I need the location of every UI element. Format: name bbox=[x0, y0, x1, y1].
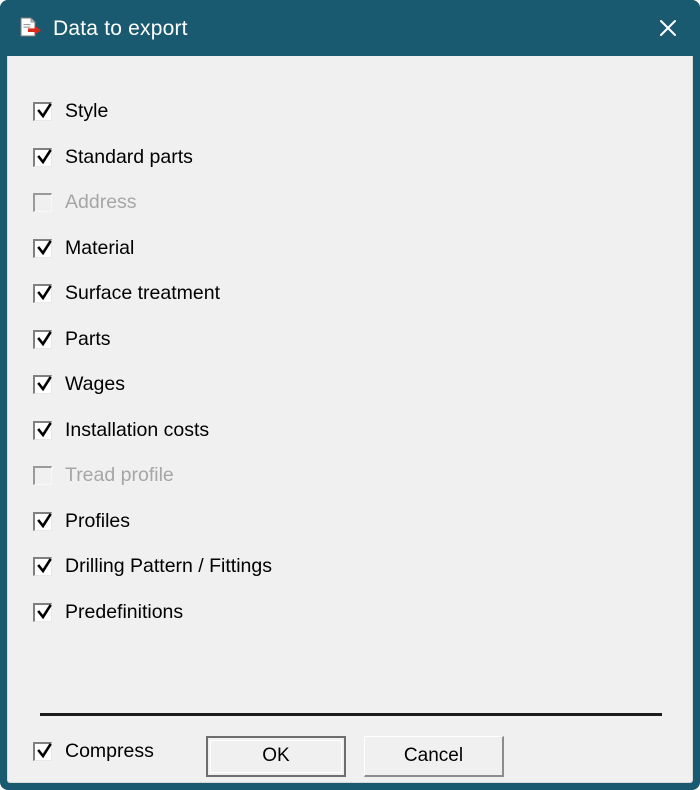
option-label-standard-parts: Standard parts bbox=[65, 145, 193, 168]
cancel-button-label: Cancel bbox=[403, 744, 464, 766]
checkbox-profiles[interactable] bbox=[33, 511, 52, 531]
option-label-address: Address bbox=[65, 191, 137, 213]
cancel-button[interactable]: Cancel bbox=[364, 736, 504, 777]
option-row-style[interactable]: Style bbox=[33, 89, 633, 135]
option-label-installation-costs: Installation costs bbox=[65, 418, 210, 441]
ok-button-label: OK bbox=[262, 745, 290, 766]
option-row-drilling-pattern-fittings[interactable]: Drilling Pattern / Fittings bbox=[33, 544, 633, 590]
option-row-parts[interactable]: Parts bbox=[33, 317, 633, 363]
checkbox-material[interactable] bbox=[33, 238, 52, 258]
option-label-predefinitions: Predefinitions bbox=[65, 600, 184, 623]
section-divider bbox=[40, 713, 662, 716]
option-row-tread-profile: Tread profile bbox=[33, 453, 633, 499]
checkbox-style[interactable] bbox=[33, 102, 52, 122]
option-label-tread-profile: Tread profile bbox=[65, 464, 174, 486]
option-label-material: Material bbox=[65, 236, 135, 259]
checkbox-address bbox=[33, 193, 52, 213]
dialog-client-area: Style Standard parts Address Material Su… bbox=[7, 56, 693, 783]
checkbox-wages[interactable] bbox=[33, 375, 52, 395]
ok-button[interactable]: OK bbox=[206, 736, 346, 777]
option-label-profiles: Profiles bbox=[65, 509, 131, 532]
option-row-address: Address bbox=[33, 180, 633, 226]
option-row-profiles[interactable]: Profiles bbox=[33, 499, 633, 545]
checkbox-standard-parts[interactable] bbox=[33, 147, 52, 167]
option-label-surface-treatment: Surface treatment bbox=[65, 282, 220, 304]
dialog-window: Data to export Style Standard parts Addr… bbox=[0, 0, 700, 790]
option-row-installation-costs[interactable]: Installation costs bbox=[33, 408, 633, 454]
option-row-surface-treatment[interactable]: Surface treatment bbox=[33, 271, 633, 317]
option-row-predefinitions[interactable]: Predefinitions bbox=[33, 590, 633, 636]
option-label-style: Style bbox=[65, 100, 109, 122]
option-label-parts: Parts bbox=[65, 327, 111, 350]
window-title: Data to export bbox=[53, 16, 188, 40]
option-label-wages: Wages bbox=[65, 373, 125, 395]
export-options-list: Style Standard parts Address Material Su… bbox=[33, 89, 633, 635]
option-row-material[interactable]: Material bbox=[33, 226, 633, 272]
dialog-button-bar: OK Cancel bbox=[8, 736, 694, 782]
option-label-drilling-pattern-fittings: Drilling Pattern / Fittings bbox=[65, 555, 272, 577]
checkbox-drilling-pattern-fittings[interactable] bbox=[33, 557, 52, 577]
close-icon[interactable] bbox=[646, 6, 690, 50]
export-document-icon bbox=[17, 15, 43, 41]
checkbox-surface-treatment[interactable] bbox=[33, 284, 52, 304]
checkbox-predefinitions[interactable] bbox=[33, 602, 52, 622]
option-row-standard-parts[interactable]: Standard parts bbox=[33, 135, 633, 181]
checkbox-installation-costs[interactable] bbox=[33, 420, 52, 440]
option-row-wages[interactable]: Wages bbox=[33, 362, 633, 408]
titlebar: Data to export bbox=[0, 0, 700, 56]
checkbox-tread-profile bbox=[33, 466, 52, 486]
checkbox-parts[interactable] bbox=[33, 329, 52, 349]
